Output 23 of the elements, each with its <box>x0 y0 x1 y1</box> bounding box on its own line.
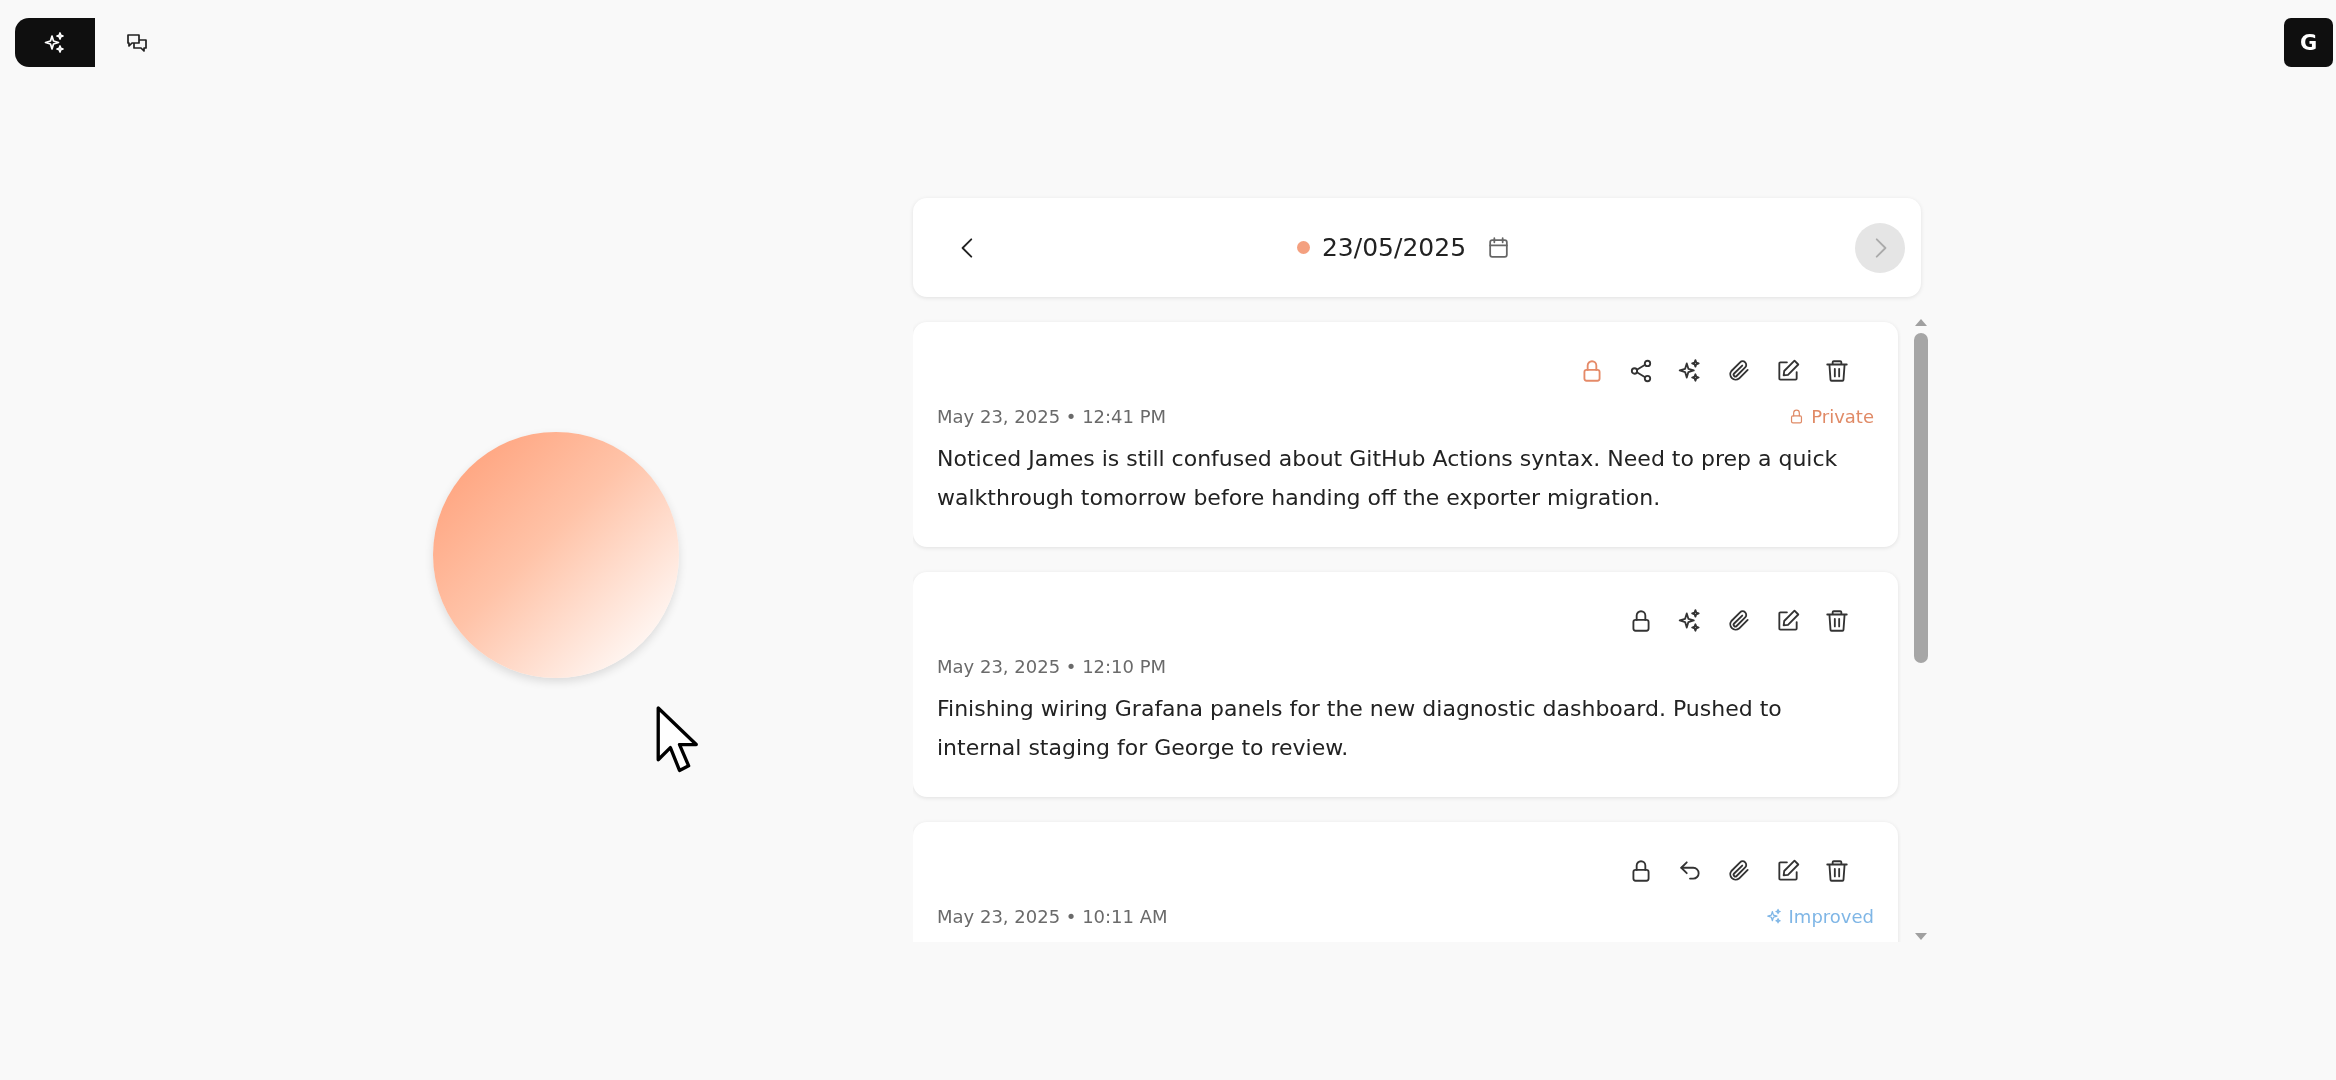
scroll-thumb[interactable] <box>1914 333 1928 663</box>
note-timestamp: May 23, 2025 • 12:10 PM <box>937 656 1167 677</box>
note-timestamp: May 23, 2025 • 12:41 PM <box>937 406 1167 427</box>
note-timestamp: May 23, 2025 • 10:11 AM <box>937 906 1168 927</box>
note-text: Finishing wiring Grafana panels for the new diagnostic dashboard. Pushed to internal staging for George to review. <box>937 695 1783 762</box>
trash-icon[interactable] <box>1824 858 1850 884</box>
sparkles-icon[interactable] <box>1677 608 1703 634</box>
sparkles-icon <box>43 30 67 55</box>
private-label: Private <box>1788 406 1874 427</box>
avatar[interactable]: G <box>2284 18 2333 67</box>
mouse-pointer-icon <box>655 705 701 775</box>
mode-button[interactable] <box>15 18 95 67</box>
trash-icon[interactable] <box>1824 358 1850 384</box>
trash-icon[interactable] <box>1824 608 1850 634</box>
sparkles-icon[interactable] <box>1677 358 1703 384</box>
share-icon[interactable] <box>1628 358 1654 384</box>
improved-label: Improved <box>1765 906 1874 927</box>
edit-icon[interactable] <box>1775 608 1801 634</box>
sparkles-icon <box>1765 908 1783 925</box>
date-label: 23/05/2025 <box>1321 233 1467 262</box>
note-text: Noticed James is still confused about GitHub Actions syntax. Need to prep a quick walkthrough tomorrow before handing off the exporter migration. <box>937 445 1839 512</box>
edit-icon[interactable] <box>1775 858 1801 884</box>
edit-icon[interactable] <box>1775 358 1801 384</box>
